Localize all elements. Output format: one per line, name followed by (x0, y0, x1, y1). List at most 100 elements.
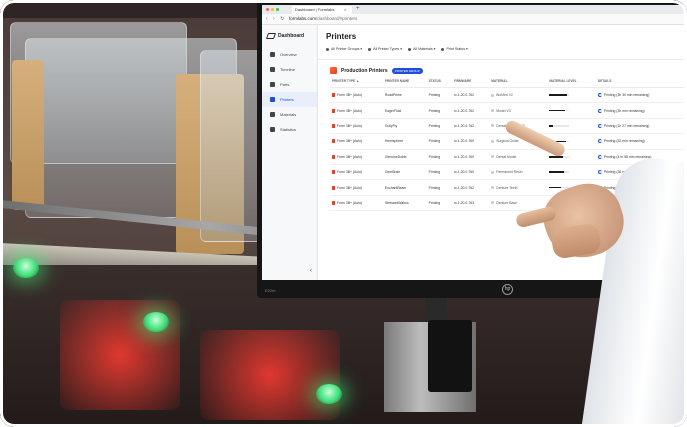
url-text[interactable]: formlabs.com/dashboard/#printers (289, 15, 357, 23)
filter-materials[interactable]: All Materials ▾ (408, 47, 435, 51)
filter-icon (326, 47, 329, 51)
form-printer-icon (332, 185, 335, 190)
cell-printer-type: Form 3B+ (Auto) (330, 149, 383, 165)
printer-group-icon (330, 67, 337, 74)
calendar-icon (270, 67, 275, 72)
cell-printer-name[interactable]: GenuineDoble (382, 149, 427, 165)
cell-firmware: rc-1.20.0-762 (451, 179, 490, 196)
sidebar-item-printers[interactable]: Printers (262, 92, 317, 107)
cell-details: Printing (52 min remaining) (595, 133, 685, 150)
cell-firmware: rc-1.20.0-763 (451, 195, 490, 212)
cell-details: Printing (1h 27 min remaining) (595, 118, 685, 135)
material-text: Permanent Resin (496, 170, 523, 175)
cell-firmware: rc-1.20.0-760 (451, 133, 490, 150)
cell-status: Printing (426, 87, 452, 104)
material-level-bar (549, 109, 570, 112)
cell-printer-name[interactable]: EnchantBeam (382, 179, 427, 196)
cell-printer-name[interactable]: StressedWalrus (382, 195, 427, 212)
url-host: formlabs.com (289, 16, 317, 21)
table-row[interactable]: Form 3B+ (Auto) EagerFluid Printing rc-1… (330, 102, 685, 119)
col-firmware[interactable]: FIRMWARE (451, 78, 490, 88)
form-printer-icon (332, 200, 335, 205)
sidebar-item-timeline[interactable]: Timeline (262, 62, 317, 77)
material-text: Denture Teeth (496, 185, 518, 190)
sidebar-item-materials[interactable]: Materials (262, 107, 317, 122)
resin-icon (491, 124, 495, 128)
printer-type-text: Form 3B+ (Auto) (337, 154, 363, 159)
section-header: Production Printers PRINTER GROUP (330, 67, 423, 74)
status-led (143, 312, 169, 332)
form-printer-icon (332, 154, 335, 159)
cube-icon (270, 82, 275, 87)
material-level-bar (549, 171, 570, 173)
material-level-bar (549, 125, 570, 127)
photo-scene: Dashboard | Formlabs × + ‹ › ↻ formlabs.… (0, 0, 687, 427)
material-level-bar (549, 94, 570, 96)
table-row[interactable]: Form 3B+ (Auto) GenuineDoble Printing rc… (330, 149, 685, 165)
cell-material: BioMed V2 (489, 87, 548, 104)
filter-bar: All Printer Groups ▾ All Printer Types ▾… (326, 47, 468, 51)
minimize-window-icon[interactable] (271, 8, 274, 11)
col-printer-type[interactable]: PRINTER TYPE ▲ (330, 78, 383, 88)
monitor-model: E22m (265, 288, 276, 293)
cell-printer-name[interactable]: Hemisphere (382, 133, 427, 150)
home-icon (270, 52, 275, 57)
brand[interactable]: Dashboard (265, 33, 305, 39)
maximize-window-icon[interactable] (276, 8, 279, 11)
cell-printer-name[interactable]: GemBrain (382, 164, 427, 181)
brand-label: Dashboard (278, 33, 305, 39)
cell-printer-name[interactable]: EagerFluid (382, 102, 427, 119)
browser-tab-bar: Dashboard | Formlabs × + (262, 5, 687, 14)
cell-printer-name[interactable]: GullyFly (382, 118, 427, 135)
table-row[interactable]: Form 3B+ (Auto) RoadPrime Printing rc-1.… (330, 87, 685, 104)
cell-status: Printing (426, 164, 452, 181)
form-printer-icon (332, 108, 335, 113)
filter-printer-types[interactable]: All Printer Types ▾ (368, 47, 402, 51)
status-led (316, 384, 342, 404)
col-material[interactable]: MATERIAL (489, 78, 548, 88)
col-printer-name[interactable]: PRINTER NAME (382, 78, 427, 88)
close-window-icon[interactable] (266, 8, 269, 11)
sidebar-item-parts[interactable]: Parts (262, 77, 317, 92)
collapse-sidebar-icon[interactable]: ‹ (310, 268, 312, 274)
printer-type-text: Form 3B+ (Auto) (337, 200, 363, 205)
cell-printer-name[interactable]: RoadPrime (382, 87, 427, 104)
sidebar-item-statistics[interactable]: Statistics (262, 122, 317, 137)
address-bar[interactable]: ‹ › ↻ formlabs.com/dashboard/#printers (262, 14, 687, 25)
browser-tab[interactable]: Dashboard | Formlabs (292, 6, 352, 14)
progress-ring-icon (597, 170, 602, 175)
cell-printer-type: Form 3B+ (Auto) (330, 87, 383, 104)
new-tab-button[interactable]: + (356, 5, 360, 14)
progress-ring-icon (597, 139, 602, 144)
sidebar-item-overview[interactable]: Overview (262, 47, 317, 62)
sidebar-item-label: Parts (280, 82, 290, 87)
filter-printer-groups[interactable]: All Printer Groups ▾ (326, 47, 362, 51)
resin-icon (491, 186, 495, 190)
window-controls (266, 8, 279, 11)
cell-material-level (547, 164, 596, 181)
filter-label: All Materials ▾ (413, 47, 436, 51)
cell-material-level (547, 87, 596, 104)
material-text: Denture Base (496, 200, 518, 205)
sidebar-item-label: Statistics (280, 127, 297, 132)
cell-details: Printing (3h min remaining) (595, 102, 685, 119)
details-text: Printing (3h min remaining) (603, 108, 645, 113)
col-details[interactable]: DETAILS (595, 78, 685, 88)
nav-buttons[interactable]: ‹ › ↻ (266, 15, 286, 23)
material-level-fill (549, 109, 566, 112)
filter-print-status[interactable]: Print Status ▾ (441, 47, 468, 51)
cell-printer-type: Form 3B+ (Auto) (330, 102, 383, 119)
printer-type-text: Form 3B+ (Auto) (337, 123, 363, 128)
filter-icon (408, 47, 412, 51)
cell-status: Printing (426, 195, 452, 212)
table-row[interactable]: Form 3B+ (Auto) Hemisphere Printing rc-1… (330, 133, 685, 150)
tab-close-icon[interactable]: × (344, 6, 346, 14)
formlabs-logo-icon (265, 33, 277, 39)
cell-printer-type: Form 3B+ (Auto) (330, 164, 383, 181)
printer-glow (200, 330, 340, 420)
filter-icon (441, 47, 445, 51)
col-material-level[interactable]: MATERIAL LEVEL (547, 78, 596, 88)
filter-label: All Printer Groups ▾ (331, 47, 363, 51)
form-printer-icon (332, 170, 335, 175)
col-status[interactable]: STATUS (426, 78, 452, 88)
